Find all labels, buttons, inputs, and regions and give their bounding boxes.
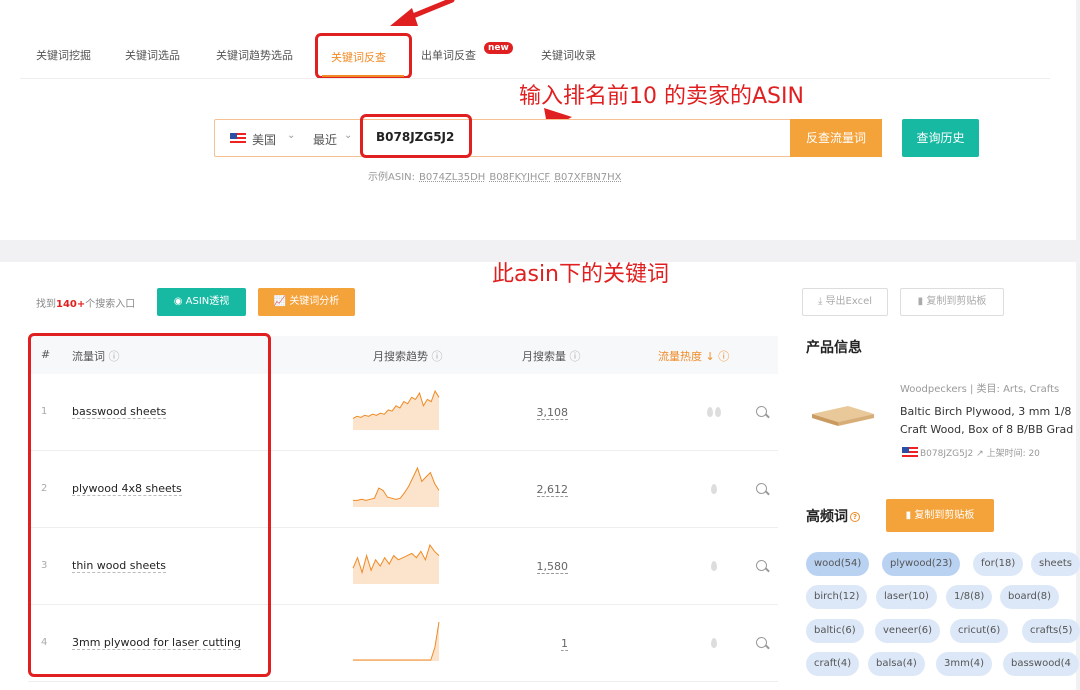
trend-sparkline: [353, 466, 440, 507]
search-icon[interactable]: [756, 559, 767, 571]
heat-drop-icon: [711, 637, 717, 648]
freq-word-chip[interactable]: veneer(6): [875, 619, 940, 643]
asin-input[interactable]: B078JZG5J2: [376, 130, 454, 144]
product-title[interactable]: Baltic Birch Plywood, 3 mm 1/8 Craft Woo…: [900, 403, 1076, 439]
trend-area: [353, 467, 439, 507]
us-flag-icon: [902, 447, 918, 457]
col-hot[interactable]: 流量热度 ↓ ⓘ: [658, 348, 729, 364]
trend-line: [353, 621, 440, 660]
eye-icon: ◉: [173, 296, 183, 307]
us-flag-icon: [230, 133, 246, 143]
reverse-search-button[interactable]: 反查流量词: [790, 119, 882, 157]
freq-word-chip[interactable]: plywood(23): [882, 552, 961, 576]
copy-icon: ▮: [905, 510, 912, 521]
freq-word-chip[interactable]: birch(12): [806, 585, 868, 609]
freq-word-chip[interactable]: board(8): [1000, 585, 1060, 609]
tab-order-word-reverse[interactable]: 出单词反查: [421, 47, 476, 63]
chevron-down-icon[interactable]: ⌄: [287, 130, 295, 141]
heat-drop-icon: [715, 406, 721, 417]
freq-copy-button[interactable]: ▮ 复制到剪贴板: [886, 499, 994, 532]
trend-area: [353, 544, 439, 584]
freq-word-chip[interactable]: crafts(5): [1022, 619, 1080, 643]
download-icon: ⤓: [817, 296, 823, 307]
query-history-button[interactable]: 查询历史: [902, 119, 979, 157]
trend-area: [353, 390, 439, 430]
example-asin-link[interactable]: B074ZL35DH: [419, 172, 485, 183]
export-excel-button[interactable]: ⤓ 导出Excel: [802, 288, 888, 316]
help-icon[interactable]: ⓘ: [718, 350, 729, 363]
trend-sparkline: [353, 621, 440, 661]
freq-word-chip[interactable]: for(18): [973, 552, 1024, 576]
tab-keyword-mining[interactable]: 关键词挖掘: [36, 47, 91, 63]
tab-keyword-reverse[interactable]: 关键词反查: [331, 49, 386, 65]
external-link-icon[interactable]: ↗: [976, 449, 984, 459]
search-icon[interactable]: [756, 636, 767, 648]
country-select[interactable]: 美国: [252, 131, 276, 148]
chart-icon: 📈: [273, 296, 287, 307]
freq-word-chip[interactable]: balsa(4): [868, 652, 925, 676]
examples-label: 示例ASIN:: [368, 172, 415, 183]
tab-keyword-indexing[interactable]: 关键词收录: [541, 47, 596, 63]
freq-word-chip[interactable]: wood(54): [806, 552, 870, 576]
tab-keyword-selection[interactable]: 关键词选品: [125, 47, 180, 63]
annotation-keywords-highlight: [28, 333, 271, 677]
product-info-title: 产品信息: [806, 340, 862, 356]
heat-drop-icon: [711, 483, 717, 494]
freq-word-chip[interactable]: 3mm(4): [936, 652, 993, 676]
new-badge: new: [484, 42, 513, 54]
heat-drop-icon: [707, 406, 713, 417]
copy-icon: ▮: [917, 296, 924, 307]
col-volume[interactable]: 月搜索量 ⓘ: [522, 348, 581, 364]
freq-word-chip[interactable]: cricut(6): [950, 619, 1009, 643]
search-volume[interactable]: 3,108: [536, 406, 568, 420]
sort-desc-icon: ↓: [705, 350, 715, 363]
annotation-keywords-hint: 此asin下的关键词: [492, 262, 669, 287]
freq-word-chip[interactable]: 1/8(8): [946, 585, 993, 609]
help-icon[interactable]: ⓘ: [432, 350, 443, 363]
results-count: 找到140+个搜索入口: [36, 299, 136, 310]
freq-word-chip[interactable]: baltic(6): [806, 619, 864, 643]
freq-word-chip[interactable]: laser(10): [876, 585, 937, 609]
trend-sparkline: [352, 543, 440, 584]
product-asin: B078JZG5J2 ↗ 上架时间: 20: [920, 449, 1040, 459]
tab-active-underline: [322, 75, 404, 77]
freq-word-chip[interactable]: basswood(4: [1003, 652, 1079, 676]
help-icon[interactable]: ?: [850, 512, 860, 522]
product-image: [812, 406, 874, 426]
freq-words-title: 高频词?: [806, 506, 860, 526]
asin-perspective-button[interactable]: ◉ ASIN透视: [157, 288, 246, 316]
annotation-search-hint: 输入排名前10 的卖家的ASIN: [519, 84, 804, 109]
freq-word-chip[interactable]: sheets: [1031, 552, 1080, 576]
tab-keyword-trend-selection[interactable]: 关键词趋势选品: [216, 47, 293, 63]
help-icon[interactable]: ⓘ: [570, 350, 581, 363]
search-icon[interactable]: [756, 482, 767, 494]
search-volume[interactable]: 1,580: [536, 560, 568, 574]
example-asins: 示例ASIN: B074ZL35DH B08FKYJHCF B07XFBN7HX: [368, 168, 621, 183]
chevron-down-icon[interactable]: ⌄: [344, 130, 352, 141]
example-asin-link[interactable]: B07XFBN7HX: [554, 172, 621, 183]
trend-area: [353, 621, 439, 661]
product-meta: Woodpeckers | 类目: Arts, Crafts: [900, 384, 1060, 395]
search-icon[interactable]: [756, 405, 767, 417]
heat-drop-icon: [711, 560, 717, 571]
example-asin-link[interactable]: B08FKYJHCF: [489, 172, 550, 183]
row-divider: [28, 681, 778, 682]
col-trend: 月搜索趋势 ⓘ: [373, 350, 443, 363]
period-select[interactable]: 最近: [313, 131, 337, 148]
freq-word-chip[interactable]: craft(4): [806, 652, 860, 676]
keyword-analysis-button[interactable]: 📈 关键词分析: [258, 288, 355, 316]
trend-sparkline: [352, 389, 440, 430]
search-volume[interactable]: 1: [561, 637, 568, 651]
copy-clipboard-button[interactable]: ▮ 复制到剪贴板: [900, 288, 1004, 316]
search-volume[interactable]: 2,612: [536, 483, 568, 497]
